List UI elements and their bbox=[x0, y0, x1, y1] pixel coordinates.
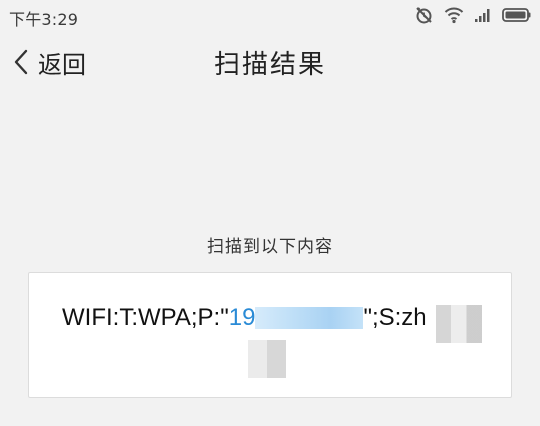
status-time: 下午3:29 bbox=[9, 10, 79, 29]
password-redaction bbox=[255, 307, 364, 329]
result-text[interactable]: WIFI:T:WPA;P:" 19 ";S:zh bbox=[62, 303, 427, 333]
status-icons bbox=[414, 5, 532, 25]
password-visible: 19 bbox=[228, 304, 256, 331]
status-bar: 下午3:29 bbox=[0, 0, 540, 32]
result-caption: 扫描到以下内容 bbox=[207, 237, 333, 257]
result-suffix: ";S:zh bbox=[363, 304, 427, 331]
ssid-redaction-continued bbox=[248, 340, 286, 378]
battery-icon bbox=[502, 7, 532, 23]
app-header: 返回 扫描结果 bbox=[0, 32, 540, 96]
result-card[interactable]: WIFI:T:WPA;P:" 19 ";S:zh bbox=[28, 272, 512, 398]
result-prefix: WIFI:T:WPA;P:" bbox=[62, 304, 229, 331]
page-title: 扫描结果 bbox=[213, 50, 326, 80]
signal-icon bbox=[474, 7, 492, 23]
wifi-icon bbox=[444, 6, 464, 24]
alarm-off-icon bbox=[414, 5, 434, 25]
ssid-redaction bbox=[436, 305, 482, 343]
